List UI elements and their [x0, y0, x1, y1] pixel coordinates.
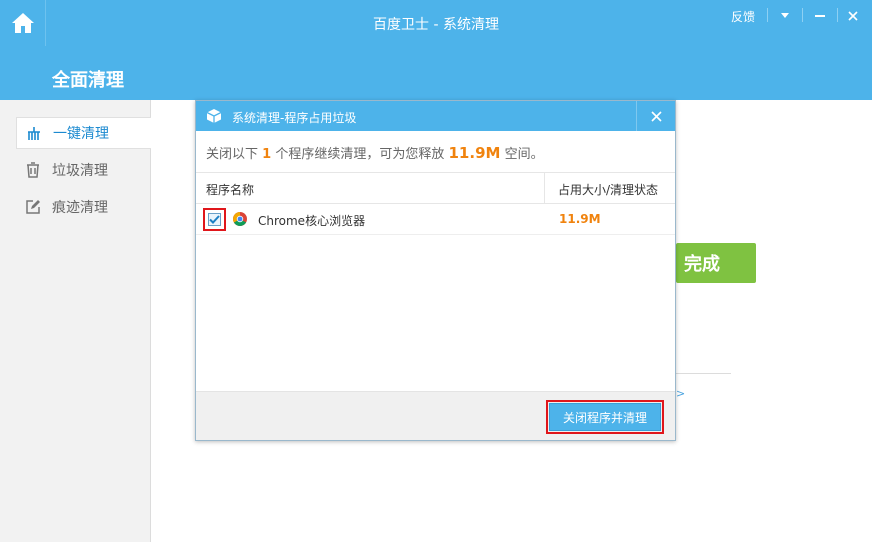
table-row: Chrome核心浏览器 11.9M — [196, 204, 675, 235]
close-icon — [650, 110, 662, 122]
program-checkbox[interactable] — [208, 213, 221, 226]
program-name: Chrome核心浏览器 — [258, 214, 366, 228]
dialog-message: 关闭以下 1 个程序继续清理，可为您释放 11.9M 空间。 — [206, 143, 544, 162]
message-middle: 个程序继续清理，可为您释放 — [275, 147, 445, 162]
checkmark-icon — [209, 215, 220, 224]
trash-icon — [24, 161, 42, 179]
sidebar-item-trace-clean[interactable]: 痕迹清理 — [16, 191, 151, 223]
menu-dropdown-button[interactable] — [773, 4, 797, 28]
column-header-size: 占用大小/清理状态 — [558, 183, 659, 197]
edit-icon — [24, 198, 42, 216]
sidebar-item-junk-clean[interactable]: 垃圾清理 — [16, 154, 151, 186]
release-size: 11.9M — [448, 144, 501, 162]
message-suffix: 空间。 — [504, 147, 544, 162]
close-icon — [848, 11, 858, 21]
title-bar: 百度卫士 - 系统清理 反馈 全面清理 — [0, 0, 872, 100]
close-window-button[interactable] — [841, 4, 865, 28]
highlight-box: 关闭程序并清理 — [546, 400, 664, 434]
box-icon — [206, 109, 222, 123]
dialog-close-button[interactable] — [637, 101, 675, 131]
feedback-link[interactable]: 反馈 — [731, 8, 755, 25]
sidebar-item-one-click-clean[interactable]: 一键清理 — [16, 117, 151, 149]
dialog-footer: 关闭程序并清理 — [196, 391, 675, 440]
broom-icon — [25, 124, 43, 142]
dialog-title-bar: 系统清理-程序占用垃圾 — [196, 101, 675, 131]
column-separator — [544, 173, 545, 203]
control-separator — [767, 8, 768, 22]
highlight-box — [203, 208, 226, 231]
column-header-name: 程序名称 — [206, 183, 255, 197]
done-button[interactable]: 完成 — [676, 243, 756, 283]
table-header: 程序名称 占用大小/清理状态 — [196, 172, 675, 204]
chrome-icon — [233, 212, 247, 226]
program-size: 11.9M — [559, 212, 601, 226]
control-separator — [837, 8, 838, 22]
divider — [676, 373, 731, 374]
sidebar: 一键清理 垃圾清理 痕迹清理 — [0, 100, 151, 542]
sidebar-item-label: 一键清理 — [53, 126, 109, 142]
dialog-title: 系统清理-程序占用垃圾 — [232, 111, 357, 125]
message-prefix: 关闭以下 — [206, 147, 259, 162]
sidebar-item-label: 痕迹清理 — [52, 200, 108, 216]
sidebar-item-label: 垃圾清理 — [52, 163, 108, 179]
control-separator — [802, 8, 803, 22]
more-link[interactable]: > — [676, 387, 685, 400]
program-junk-dialog: 系统清理-程序占用垃圾 关闭以下 1 个程序继续清理，可为您释放 11.9M 空… — [195, 100, 676, 441]
program-count: 1 — [262, 147, 272, 162]
close-and-clean-button[interactable]: 关闭程序并清理 — [549, 403, 661, 431]
section-title: 全面清理 — [52, 70, 124, 91]
minimize-icon — [815, 15, 825, 17]
chevron-down-icon — [781, 13, 789, 18]
minimize-button[interactable] — [808, 4, 832, 28]
